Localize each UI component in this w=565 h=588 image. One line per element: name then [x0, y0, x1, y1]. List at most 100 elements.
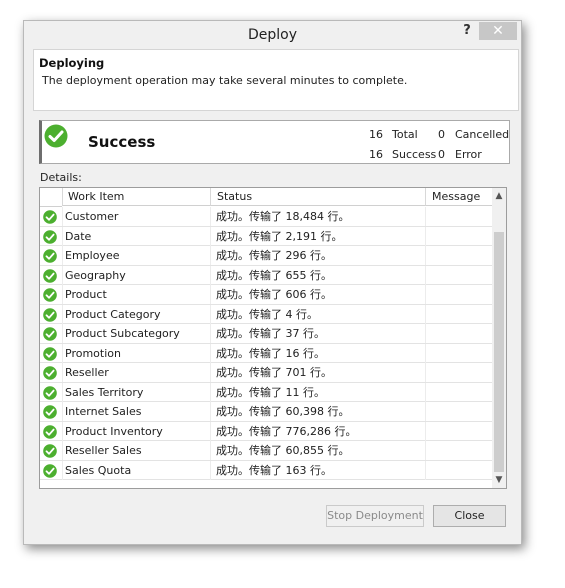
- row-status-icon-cell: [40, 461, 62, 480]
- message-cell: [425, 207, 492, 226]
- message-cell: [425, 382, 492, 402]
- table-row[interactable]: Employee 成功。传输了 296 行。: [40, 246, 492, 266]
- success-check-icon: [43, 405, 57, 419]
- cancelled-label: Cancelled: [455, 128, 510, 141]
- table-row[interactable]: Sales Territory 成功。传输了 11 行。: [40, 382, 492, 402]
- status-cell: 成功。传输了 37 行。: [210, 324, 425, 343]
- table-row[interactable]: Geography 成功。传输了 655 行。: [40, 265, 492, 285]
- work-item-cell: Employee: [62, 246, 210, 265]
- message-cell: [425, 304, 492, 324]
- status-cell: 成功。传输了 296 行。: [210, 246, 425, 265]
- work-item-cell: Promotion: [62, 343, 210, 363]
- message-cell: [425, 265, 492, 285]
- success-check-icon: [43, 463, 57, 478]
- header-title: Deploying: [39, 56, 105, 70]
- success-check-icon: [43, 366, 57, 380]
- close-window-button[interactable]: ✕: [479, 22, 517, 40]
- work-item-cell: Product Subcategory: [62, 324, 210, 343]
- success-check-icon: [43, 249, 57, 263]
- result-label: Success: [88, 133, 156, 151]
- status-cell: 成功。传输了 60,855 行。: [210, 441, 425, 460]
- status-cell: 成功。传输了 606 行。: [210, 285, 425, 304]
- row-status-icon-cell: [40, 344, 62, 363]
- table-row[interactable]: Product Inventory 成功。传输了 776,286 行。: [40, 421, 492, 441]
- error-label: Error: [455, 148, 482, 161]
- row-status-icon-cell: [40, 441, 62, 460]
- table-row[interactable]: Reseller 成功。传输了 701 行。: [40, 363, 492, 383]
- status-cell: 成功。传输了 163 行。: [210, 460, 425, 480]
- work-item-cell: Internet Sales: [62, 402, 210, 421]
- row-status-icon-cell: [40, 383, 62, 402]
- column-header-work-item[interactable]: Work Item: [62, 188, 210, 206]
- row-status-icon-cell: [40, 422, 62, 441]
- table-row[interactable]: Product Subcategory 成功。传输了 37 行。: [40, 324, 492, 344]
- table-row[interactable]: Reseller Sales 成功。传输了 60,855 行。: [40, 441, 492, 461]
- status-cell: 成功。传输了 701 行。: [210, 363, 425, 382]
- success-check-icon: [43, 327, 57, 341]
- row-status-icon-cell: [40, 207, 62, 226]
- work-item-cell: Product Inventory: [62, 421, 210, 441]
- table-row[interactable]: Internet Sales 成功。传输了 60,398 行。: [40, 402, 492, 422]
- work-item-cell: Customer: [62, 207, 210, 226]
- header-panel: Deploying The deployment operation may t…: [33, 49, 519, 111]
- success-check-icon: [43, 444, 57, 458]
- status-cell: 成功。传输了 655 行。: [210, 265, 425, 285]
- success-check-icon: [43, 307, 57, 322]
- details-label: Details:: [40, 171, 82, 184]
- table-row[interactable]: Product 成功。传输了 606 行。: [40, 285, 492, 305]
- success-check-icon: [43, 424, 57, 439]
- work-item-cell: Geography: [62, 265, 210, 285]
- result-summary: Success 16 Total 0 Cancelled 16 Success …: [39, 120, 510, 164]
- stop-deployment-button[interactable]: Stop Deployment: [326, 505, 424, 527]
- dialog-title: Deploy: [247, 27, 298, 43]
- table-row[interactable]: Product Category 成功。传输了 4 行。: [40, 304, 492, 324]
- table-row[interactable]: Promotion 成功。传输了 16 行。: [40, 343, 492, 363]
- work-item-cell: Date: [62, 226, 210, 246]
- work-item-cell: Reseller: [62, 363, 210, 382]
- vertical-scrollbar[interactable]: ▲ ▼: [492, 188, 506, 488]
- row-status-icon-cell: [40, 246, 62, 265]
- message-cell: [425, 402, 492, 421]
- scroll-down-icon[interactable]: ▼: [492, 473, 506, 487]
- row-status-icon-cell: [40, 402, 62, 421]
- message-cell: [425, 324, 492, 343]
- success-count: 16: [369, 148, 383, 161]
- success-check-icon: [43, 385, 57, 400]
- column-header-icon: [40, 188, 62, 207]
- success-check-icon: [43, 288, 57, 302]
- details-grid: Work Item Status Message Customer 成功。传输了 …: [39, 187, 507, 489]
- success-check-icon: [44, 124, 68, 148]
- work-item-cell: Product Category: [62, 304, 210, 324]
- cancelled-count: 0: [438, 128, 445, 141]
- status-cell: 成功。传输了 11 行。: [210, 382, 425, 402]
- column-header-message[interactable]: Message: [425, 188, 492, 206]
- work-item-cell: Product: [62, 285, 210, 304]
- deploy-dialog: Deploy ? ✕ Deploying The deployment oper…: [23, 20, 522, 545]
- message-cell: [425, 226, 492, 246]
- table-row[interactable]: Sales Quota 成功。传输了 163 行。: [40, 460, 492, 480]
- message-cell: [425, 343, 492, 363]
- error-count: 0: [438, 148, 445, 161]
- status-cell: 成功。传输了 16 行。: [210, 343, 425, 363]
- status-cell: 成功。传输了 18,484 行。: [210, 207, 425, 226]
- status-cell: 成功。传输了 2,191 行。: [210, 226, 425, 246]
- status-cell: 成功。传输了 4 行。: [210, 304, 425, 324]
- scroll-up-icon[interactable]: ▲: [492, 189, 506, 203]
- message-cell: [425, 460, 492, 480]
- success-check-icon: [43, 229, 57, 244]
- header-subtitle: The deployment operation may take severa…: [42, 74, 408, 87]
- title-bar: Deploy ? ✕: [24, 21, 521, 49]
- column-header-status[interactable]: Status: [210, 188, 425, 206]
- row-status-icon-cell: [40, 324, 62, 343]
- close-button[interactable]: Close: [433, 505, 506, 527]
- total-label: Total: [392, 128, 418, 141]
- message-cell: [425, 363, 492, 382]
- table-row[interactable]: Customer 成功。传输了 18,484 行。: [40, 207, 492, 227]
- total-count: 16: [369, 128, 383, 141]
- table-row[interactable]: Date 成功。传输了 2,191 行。: [40, 226, 492, 246]
- success-label: Success: [392, 148, 437, 161]
- work-item-cell: Reseller Sales: [62, 441, 210, 460]
- scroll-thumb[interactable]: [494, 232, 504, 472]
- help-button[interactable]: ?: [458, 23, 476, 41]
- row-status-icon-cell: [40, 227, 62, 246]
